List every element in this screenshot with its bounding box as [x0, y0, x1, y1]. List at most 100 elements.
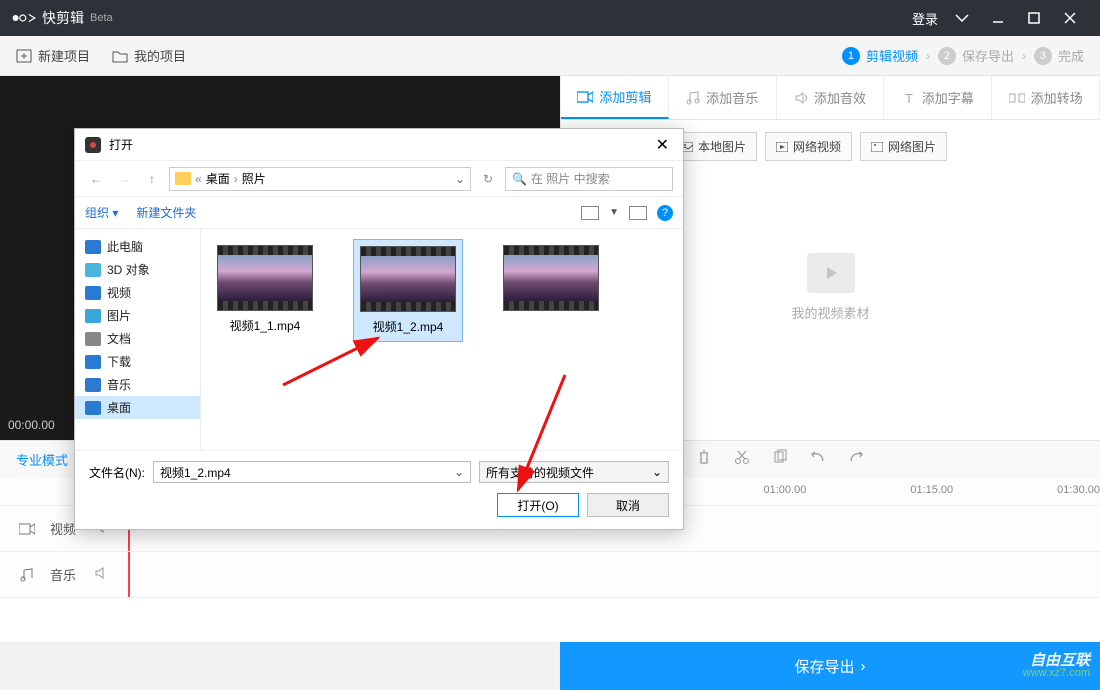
svg-text:T: T [905, 91, 913, 105]
close-button[interactable] [1052, 0, 1088, 36]
music-track[interactable]: 音乐 [0, 552, 1100, 598]
speaker-icon[interactable] [94, 566, 108, 583]
my-projects-button[interactable]: 我的项目 [112, 46, 186, 65]
step-label: 完成 [1058, 46, 1084, 65]
tree-node-desktop[interactable]: 桌面 [75, 396, 200, 419]
wizard-steps: 1剪辑视频 › 2保存导出 › 3完成 [842, 46, 1084, 65]
filename-input[interactable]: 视频1_2.mp4⌄ [153, 461, 471, 483]
tab-add-transition[interactable]: 添加转场 [992, 76, 1100, 119]
web-video-button[interactable]: 网络视频 [765, 132, 852, 161]
tree-node-music[interactable]: 音乐 [75, 373, 200, 396]
maximize-button[interactable] [1016, 0, 1052, 36]
help-button[interactable]: ? [657, 205, 673, 221]
export-label: 保存导出 [794, 656, 854, 677]
chevron-down-icon[interactable]: ⌄ [454, 465, 464, 479]
music-icon [686, 91, 700, 105]
export-button[interactable]: 保存导出› 自由互联 www.xz7.com [560, 642, 1100, 690]
crumb-chevron: › [234, 172, 238, 186]
tab-label: 添加音乐 [706, 88, 758, 107]
nav-up-button[interactable]: ↑ [141, 168, 163, 190]
file-item[interactable]: 视频1_1.mp4 [211, 239, 319, 340]
video-thumbnail [503, 245, 599, 311]
tree-node-pc[interactable]: 此电脑 [75, 235, 200, 258]
crumb-item[interactable]: 照片 [242, 170, 266, 187]
desktop-icon [85, 401, 101, 415]
chevron-down-icon[interactable]: ⌄ [455, 172, 465, 186]
mode-toggle[interactable]: 专业模式 [16, 450, 68, 469]
dialog-search[interactable]: 🔍 在 照片 中搜索 [505, 167, 673, 191]
open-button[interactable]: 打开(O) [497, 493, 579, 517]
file-open-dialog: 打开 ✕ ← → ↑ « 桌面 › 照片 ⌄ ↻ 🔍 在 照片 中搜索 组织 ▾… [74, 128, 684, 530]
step-num: 1 [842, 47, 860, 65]
edit-icon-group [658, 449, 864, 470]
cancel-button[interactable]: 取消 [587, 493, 669, 517]
view-mode-button[interactable] [581, 206, 599, 220]
tree-node-doc[interactable]: 文档 [75, 327, 200, 350]
minimize-button[interactable] [980, 0, 1016, 36]
btn-label: 网络视频 [793, 138, 841, 155]
pc-icon [85, 240, 101, 254]
tab-label: 添加剪辑 [599, 87, 651, 106]
tab-label: 添加转场 [1031, 88, 1083, 107]
tab-add-clip[interactable]: 添加剪辑 [561, 76, 669, 119]
tree-node-video[interactable]: 视频 [75, 281, 200, 304]
login-link[interactable]: 登录 [912, 9, 938, 28]
undo-icon[interactable] [810, 449, 826, 470]
refresh-button[interactable]: ↻ [477, 168, 499, 190]
folder-tree: 此电脑3D 对象视频图片文档下载音乐桌面 [75, 229, 201, 450]
tab-add-subtitle[interactable]: T 添加字幕 [884, 76, 992, 119]
transition-icon [1009, 92, 1025, 104]
breadcrumb[interactable]: « 桌面 › 照片 ⌄ [169, 167, 471, 191]
filetype-select[interactable]: 所有支持的视频文件⌄ [479, 461, 669, 483]
tab-add-music[interactable]: 添加音乐 [669, 76, 777, 119]
tree-label: 桌面 [107, 399, 131, 416]
chevron-down-icon[interactable]: ▼ [609, 207, 619, 218]
tree-label: 视频 [107, 284, 131, 301]
chevron-right-icon: › [1022, 49, 1026, 63]
tab-add-sfx[interactable]: 添加音效 [777, 76, 885, 119]
step-edit[interactable]: 1剪辑视频 [842, 46, 918, 65]
tree-node-3d[interactable]: 3D 对象 [75, 258, 200, 281]
step-export[interactable]: 2保存导出 [938, 46, 1014, 65]
trash-icon[interactable] [696, 449, 712, 470]
copy-icon[interactable] [772, 449, 788, 470]
export-bar: 保存导出› 自由互联 www.xz7.com [0, 642, 1100, 690]
file-name: 视频1_1.mp4 [230, 317, 301, 334]
new-folder-button[interactable]: 新建文件夹 [136, 204, 196, 221]
chevron-right-icon: › [861, 658, 866, 675]
step-done[interactable]: 3完成 [1034, 46, 1084, 65]
filename-label: 文件名(N): [89, 464, 145, 481]
file-item[interactable] [497, 239, 605, 323]
file-item[interactable]: 视频1_2.mp4 [353, 239, 463, 342]
ruler-mark: 01:00.00 [764, 484, 807, 496]
redo-icon[interactable] [848, 449, 864, 470]
btn-label: 网络图片 [888, 138, 936, 155]
media-tabs: 添加剪辑 添加音乐 添加音效 T 添加字幕 添加转场 [561, 76, 1100, 120]
new-project-button[interactable]: 新建项目 [16, 46, 90, 65]
tree-node-picture[interactable]: 图片 [75, 304, 200, 327]
cut-icon[interactable] [734, 449, 750, 470]
nav-back-button[interactable]: ← [85, 168, 107, 190]
music-track-icon [18, 568, 36, 582]
tab-label: 添加字幕 [922, 88, 974, 107]
preview-time: 00:00.00 [8, 418, 55, 432]
dropdown-menu-button[interactable] [944, 0, 980, 36]
video-icon [85, 286, 101, 300]
search-placeholder: 在 照片 中搜索 [531, 170, 610, 187]
nav-forward-button[interactable]: → [113, 168, 135, 190]
ruler-mark: 01:15.00 [910, 484, 953, 496]
dialog-close-button[interactable]: ✕ [652, 135, 673, 155]
preview-pane-button[interactable] [629, 206, 647, 220]
track-label: 视频 [50, 519, 76, 538]
tree-label: 下载 [107, 353, 131, 370]
music-icon [85, 378, 101, 392]
sfx-icon [794, 91, 808, 105]
play-icon [776, 142, 788, 152]
tree-node-download[interactable]: 下载 [75, 350, 200, 373]
organize-button[interactable]: 组织 ▾ [85, 204, 118, 221]
web-image-button[interactable]: 网络图片 [860, 132, 947, 161]
app-logo: 快剪辑 Beta [12, 8, 113, 28]
crumb-item[interactable]: 桌面 [206, 170, 230, 187]
image-icon [871, 142, 883, 152]
crumb-chevron: « [195, 172, 202, 186]
